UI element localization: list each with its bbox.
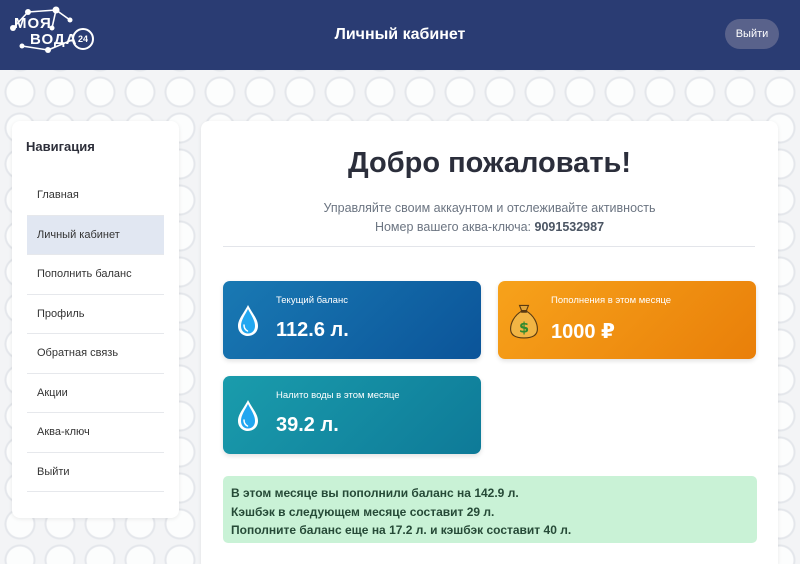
monthly-top-up-label: Пополнения в этом месяце [551, 295, 672, 306]
monthly-top-up-card: $ Пополнения в этом месяце 1000 ₽ [498, 281, 756, 359]
info-text: и кэшбэк составит [426, 523, 544, 537]
info-line-next-tier: Пополните баланс еще на 17.2 л. и кэшбэк… [231, 521, 749, 540]
aqua-key-line: Номер вашего аква-ключа: 9091532987 [201, 220, 778, 234]
water-drop-icon [238, 400, 258, 431]
welcome-subtitle: Управляйте своим аккаунтом и отслеживайт… [323, 201, 656, 215]
info-value: 17.2 л. [389, 523, 427, 537]
water-poured-value: 39.2 л. [276, 414, 339, 436]
info-line-cashback: Кэшбэк в следующем месяце составит 29 л. [231, 503, 749, 522]
balance-label: Текущий баланс [276, 295, 348, 306]
sidebar-item-top-up[interactable]: Пополнить баланс [27, 255, 164, 295]
monthly-top-up-value: 1000 ₽ [551, 321, 615, 343]
money-bag-icon: $ [510, 304, 538, 339]
info-value: 142.9 л. [474, 486, 519, 500]
sidebar-item-feedback[interactable]: Обратная связь [27, 334, 164, 374]
info-value: 40 л. [543, 523, 572, 537]
sidebar-item-aqua-key[interactable]: Аква-ключ [27, 413, 164, 453]
sidebar-item-promotions[interactable]: Акции [27, 374, 164, 413]
balance-value: 112.6 л. [276, 319, 349, 341]
sidebar-item-account[interactable]: Личный кабинет [27, 215, 164, 255]
welcome-heading: Добро пожаловать! [347, 147, 632, 179]
info-line-top-up: В этом месяце вы пополнили баланс на 142… [231, 484, 749, 503]
page-title: Личный кабинет [334, 26, 466, 43]
nav-list: Главная Личный кабинет Пополнить баланс … [27, 176, 164, 492]
divider [223, 246, 755, 247]
info-value: 29 л. [466, 504, 495, 519]
logout-button[interactable]: Выйти [725, 19, 779, 49]
sidebar-item-profile[interactable]: Профиль [27, 295, 164, 334]
main-panel: Добро пожаловать! Управляйте своим аккау… [201, 121, 778, 564]
sidebar-item-home[interactable]: Главная [27, 176, 164, 216]
aqua-key-label: Номер вашего аква-ключа: [374, 220, 532, 234]
sidebar-item-logout[interactable]: Выйти [27, 453, 164, 492]
top-header: МОЯ ВОДА 24 Личный кабинет Выйти [0, 0, 800, 70]
info-text: Пополните баланс еще на [231, 523, 390, 537]
info-text: Кэшбэк в следующем месяце составит [231, 504, 467, 519]
balance-card: Текущий баланс 112.6 л. [223, 281, 481, 359]
water-poured-label: Налито воды в этом месяце [276, 390, 400, 401]
water-drop-icon [238, 305, 258, 336]
water-poured-card: Налито воды в этом месяце 39.2 л. [223, 376, 481, 454]
svg-text:$: $ [519, 320, 529, 336]
sidebar-title: Навигация [26, 139, 95, 154]
navigation-sidebar: Навигация Главная Личный кабинет Пополни… [12, 121, 179, 518]
aqua-key-value: 9091532987 [534, 220, 605, 234]
info-text: В этом месяце вы пополнили баланс на [231, 486, 475, 500]
cashback-info-box: В этом месяце вы пополнили баланс на 142… [223, 476, 757, 543]
